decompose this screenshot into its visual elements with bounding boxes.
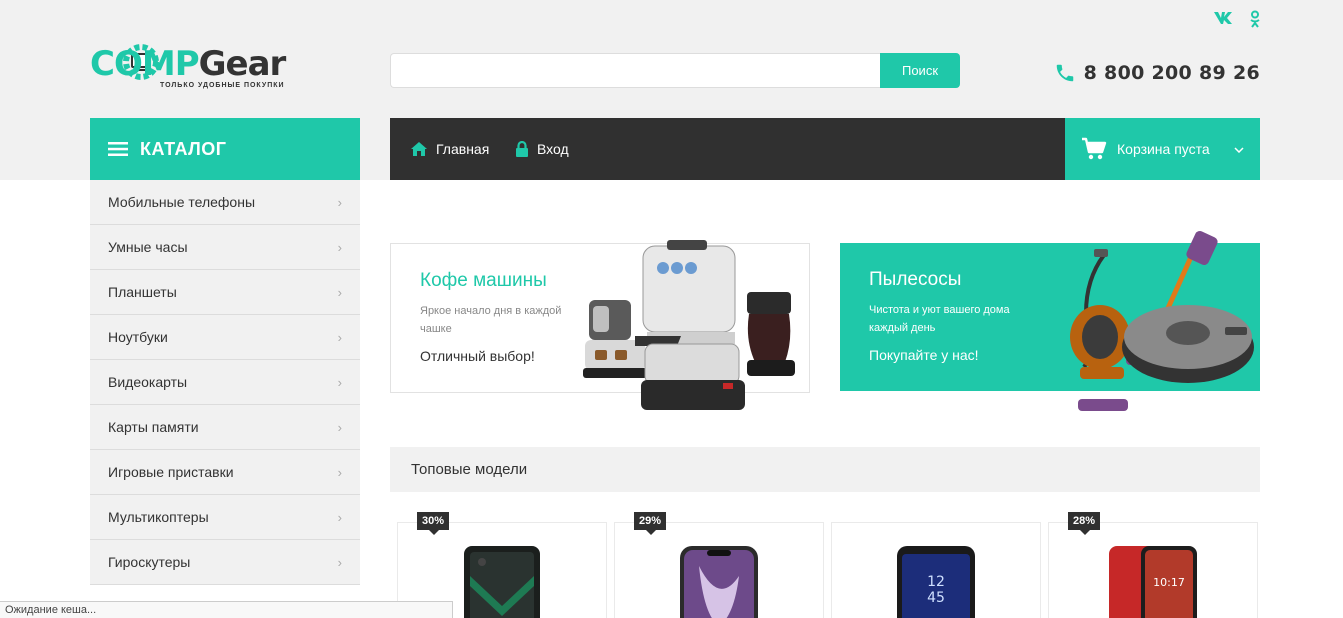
site-logo[interactable]: COMPGear ТОЛЬКО УДОБНЫЕ ПОКУПКИ xyxy=(90,40,320,96)
odnoklassniki-icon[interactable] xyxy=(1249,10,1261,28)
chevron-right-icon: › xyxy=(337,509,342,525)
discount-badge: 30% xyxy=(417,512,450,535)
product-image: 10:17 xyxy=(1109,546,1197,618)
chevron-right-icon: › xyxy=(337,554,342,570)
phone-number[interactable]: 8 800 200 89 26 xyxy=(1084,62,1260,84)
contact-phone: 8 800 200 89 26 xyxy=(1054,62,1260,84)
home-icon xyxy=(411,142,427,156)
lock-icon xyxy=(516,140,528,157)
catalog-item-game-consoles[interactable]: Игровые приставки › xyxy=(90,450,360,495)
banner-cta: Покупайте у нас! xyxy=(869,347,979,363)
search-form: Поиск xyxy=(390,53,960,88)
banner-title: Кофе машины xyxy=(420,270,547,291)
catalog-item-hoverboards[interactable]: Гироскутеры › xyxy=(90,540,360,585)
phone-icon xyxy=(1056,64,1073,82)
product-card[interactable]: 29% xyxy=(614,512,824,618)
chevron-right-icon: › xyxy=(337,374,342,390)
banner-coffee-machines[interactable]: Кофе машины Яркое начало дня в каждой ча… xyxy=(390,240,810,410)
catalog-title: КАТАЛОГ xyxy=(140,138,227,159)
catalog-item-label: Гироскутеры xyxy=(108,554,191,570)
catalog-item-laptops[interactable]: Ноутбуки › xyxy=(90,315,360,360)
chevron-right-icon: › xyxy=(337,239,342,255)
banner-subtitle: Чистота и уют вашего дома каждый день xyxy=(869,304,1010,334)
nav-login-label: Вход xyxy=(537,141,569,157)
chevron-right-icon: › xyxy=(337,419,342,435)
section-top-models: Топовые модели xyxy=(390,447,1260,492)
catalog-item-label: Мобильные телефоны xyxy=(108,194,256,210)
chevron-down-icon xyxy=(1234,142,1244,156)
lockscreen-minutes: 45 xyxy=(927,590,945,606)
product-image xyxy=(464,546,540,618)
nav-home-label: Главная xyxy=(436,141,490,157)
product-card[interactable]: 28% 10:17 xyxy=(1048,512,1258,618)
coffee-machine-image xyxy=(583,240,795,410)
product-image xyxy=(680,546,758,618)
logo-wordmark: COMPGear xyxy=(90,44,286,84)
catalog-header[interactable]: КАТАЛОГ xyxy=(90,118,360,180)
catalog-item-memory-cards[interactable]: Карты памяти › xyxy=(90,405,360,450)
catalog-item-label: Карты памяти xyxy=(108,419,199,435)
catalog-item-label: Мультикоптеры xyxy=(108,509,209,525)
vacuum-cleaner-image xyxy=(1070,230,1254,411)
browser-status-bar: Ожидание кеша... xyxy=(0,601,453,618)
discount-badge: 28% xyxy=(1068,512,1101,535)
nav-home[interactable]: Главная xyxy=(410,118,489,180)
chevron-right-icon: › xyxy=(337,464,342,480)
cart-dropdown[interactable]: Корзина пуста xyxy=(1065,118,1260,180)
hamburger-menu-icon xyxy=(108,142,128,156)
cart-label: Корзина пуста xyxy=(1117,141,1210,157)
main-nav: Главная Вход Корзина пуста xyxy=(390,118,1260,180)
catalog-item-smart-watches[interactable]: Умные часы › xyxy=(90,225,360,270)
lockscreen-hours: 12 xyxy=(927,574,945,590)
catalog-item-label: Игровые приставки xyxy=(108,464,234,480)
shopping-cart-icon xyxy=(1082,137,1107,160)
section-title: Топовые модели xyxy=(411,461,528,478)
catalog-menu: Мобильные телефоны › Умные часы › Планшеты… xyxy=(90,180,360,585)
vk-icon[interactable] xyxy=(1213,10,1235,28)
nav-login[interactable]: Вход xyxy=(515,118,569,180)
chevron-right-icon: › xyxy=(337,194,342,210)
lockscreen-clock: 10:17 xyxy=(1153,576,1185,589)
product-card[interactable]: 12 45 xyxy=(831,522,1041,618)
chevron-right-icon: › xyxy=(337,329,342,345)
logo-tagline: ТОЛЬКО УДОБНЫЕ ПОКУПКИ xyxy=(160,82,285,89)
catalog-item-tablets[interactable]: Планшеты › xyxy=(90,270,360,315)
social-links xyxy=(1213,10,1261,28)
catalog-item-multicopters[interactable]: Мультикоптеры › xyxy=(90,495,360,540)
catalog-item-label: Умные часы xyxy=(108,239,188,255)
banner-vacuum-cleaners[interactable]: Пылесосы Чистота и уют вашего дома кажды… xyxy=(840,230,1260,411)
chevron-right-icon: › xyxy=(337,284,342,300)
catalog-item-label: Видеокарты xyxy=(108,374,188,390)
catalog-item-mobile-phones[interactable]: Мобильные телефоны › xyxy=(90,180,360,225)
banner-cta: Отличный выбор! xyxy=(420,348,535,364)
product-image: 12 45 xyxy=(897,546,975,618)
catalog-item-label: Ноутбуки xyxy=(108,329,168,345)
banner-title: Пылесосы xyxy=(869,269,962,290)
search-input[interactable] xyxy=(390,53,880,88)
discount-badge: 29% xyxy=(634,512,667,535)
catalog-item-label: Планшеты xyxy=(108,284,177,300)
search-button[interactable]: Поиск xyxy=(880,53,960,88)
banner-subtitle: Яркое начало дня в каждой чашке xyxy=(420,305,562,335)
catalog-item-video-cards[interactable]: Видеокарты › xyxy=(90,360,360,405)
